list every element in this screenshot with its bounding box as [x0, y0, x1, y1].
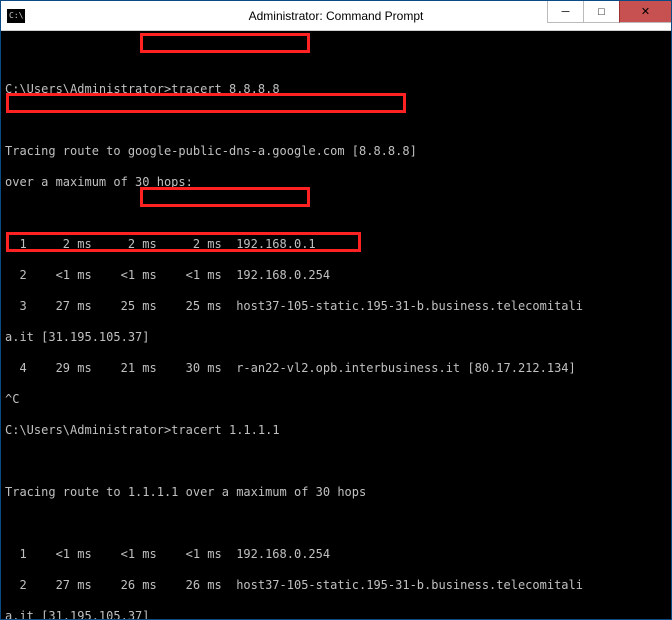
trace2-hop-2b: a.it [31.195.105.37]: [5, 609, 669, 620]
blank-line: [5, 113, 669, 129]
command-1: tracert 8.8.8.8: [171, 82, 279, 96]
window-controls: ─ □ ✕: [547, 1, 671, 23]
blank-line: [5, 206, 669, 222]
maximize-button[interactable]: □: [583, 1, 619, 23]
trace2-header: Tracing route to 1.1.1.1 over a maximum …: [5, 485, 669, 501]
command-2: tracert 1.1.1.1: [171, 423, 279, 437]
ctrl-c-1: ^C: [5, 392, 669, 408]
blank-line: [5, 51, 669, 67]
trace1-header-2: over a maximum of 30 hops:: [5, 175, 669, 191]
trace1-hop-3a: 3 27 ms 25 ms 25 ms host37-105-static.19…: [5, 299, 669, 315]
prompt-line-2: C:\Users\Administrator>tracert 1.1.1.1: [5, 423, 669, 439]
trace1-hop-1: 1 2 ms 2 ms 2 ms 192.168.0.1: [5, 237, 669, 253]
trace1-hop-3b: a.it [31.195.105.37]: [5, 330, 669, 346]
blank-line: [5, 454, 669, 470]
command-prompt-window: C:\ Administrator: Command Prompt ─ □ ✕ …: [0, 0, 672, 620]
trace1-header-1: Tracing route to google-public-dns-a.goo…: [5, 144, 669, 160]
trace2-hop-2a: 2 27 ms 26 ms 26 ms host37-105-static.19…: [5, 578, 669, 594]
blank-line: [5, 516, 669, 532]
trace1-hop-4: 4 29 ms 21 ms 30 ms r-an22-vl2.opb.inter…: [5, 361, 669, 377]
terminal-output[interactable]: C:\Users\Administrator>tracert 8.8.8.8 T…: [1, 31, 671, 619]
titlebar[interactable]: C:\ Administrator: Command Prompt ─ □ ✕: [1, 1, 671, 31]
minimize-button[interactable]: ─: [547, 1, 583, 23]
close-button[interactable]: ✕: [619, 1, 671, 23]
prompt-line-1: C:\Users\Administrator>tracert 8.8.8.8: [5, 82, 669, 98]
trace1-hop-2: 2 <1 ms <1 ms <1 ms 192.168.0.254: [5, 268, 669, 284]
cmd-icon[interactable]: C:\: [7, 9, 25, 23]
trace2-hop-1: 1 <1 ms <1 ms <1 ms 192.168.0.254: [5, 547, 669, 563]
